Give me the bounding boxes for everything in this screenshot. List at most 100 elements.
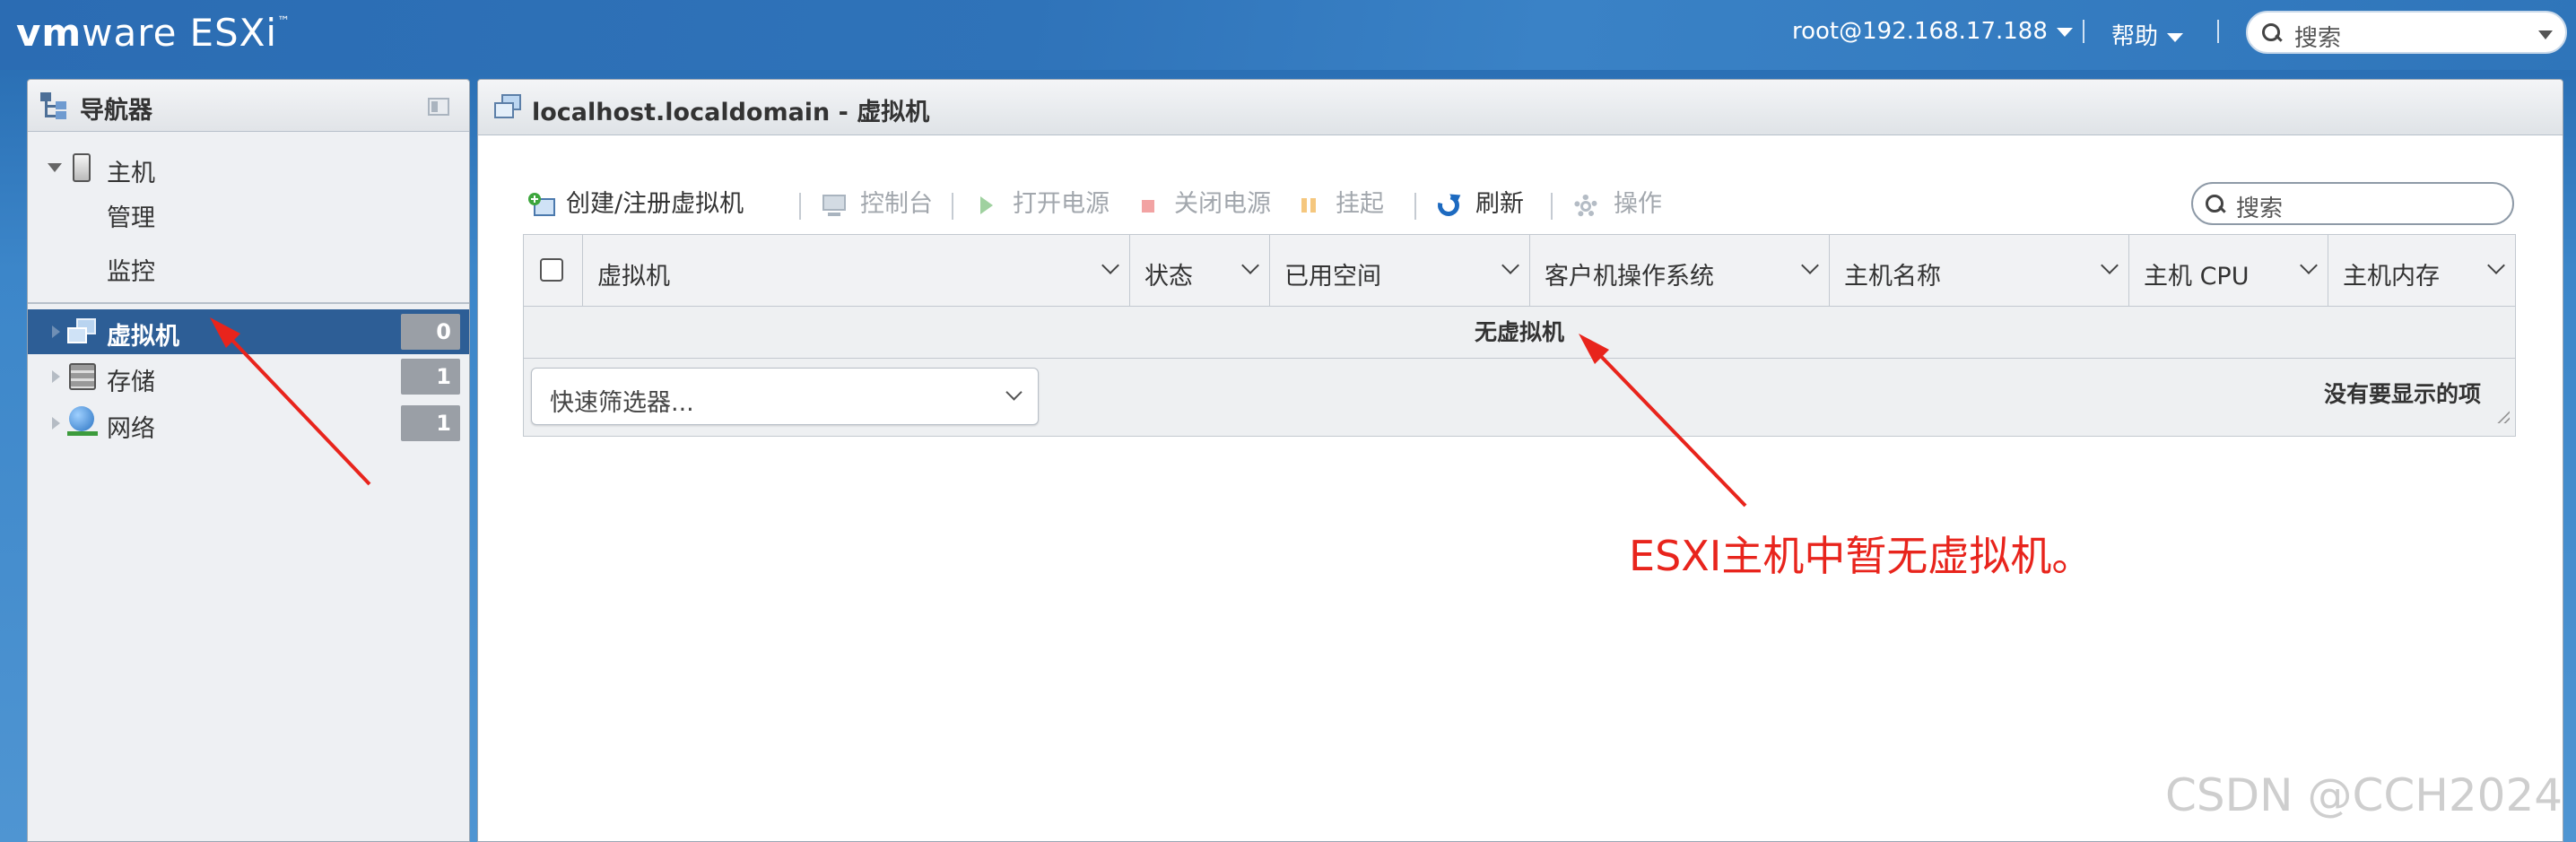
expand-arrow-icon[interactable] <box>52 370 60 383</box>
column-vm[interactable]: 虚拟机 <box>583 235 1130 307</box>
chevron-down-icon[interactable] <box>1801 256 1819 274</box>
nav-storage-label: 存储 <box>107 369 155 396</box>
quick-filter-select[interactable]: 快速筛选器... <box>531 368 1039 425</box>
nav-monitor-label: 监控 <box>107 258 155 286</box>
pause-icon <box>1296 193 1323 218</box>
chevron-down-icon[interactable] <box>1241 256 1259 274</box>
search-placeholder: 搜索 <box>2294 25 2342 52</box>
nav-item-monitor[interactable]: 监控 <box>28 245 469 288</box>
nav-item-network[interactable]: 网络 1 <box>28 401 469 446</box>
search-placeholder: 搜索 <box>2236 195 2284 222</box>
logo-tm: ™ <box>277 14 292 29</box>
column-label: 已用空间 <box>1284 263 1381 291</box>
toolbar-divider <box>799 193 801 220</box>
vm-count-badge: 0 <box>401 314 460 350</box>
page-title: localhost.localdomain - 虚拟机 <box>532 99 930 126</box>
vm-host-icon <box>494 94 521 119</box>
main-panel: localhost.localdomain - 虚拟机 创建/注册虚拟机 控制台 <box>477 79 2563 842</box>
column-guest-os[interactable]: 客户机操作系统 <box>1530 235 1830 307</box>
vmware-esxi-logo: vmware ESXi™ <box>16 11 291 55</box>
chevron-down-icon <box>1005 384 1023 401</box>
column-label: 主机名称 <box>1844 263 1941 291</box>
suspend-label: 挂起 <box>1336 190 1384 218</box>
navigator-panel: 导航器 主机 管理 监控 虚拟机 0 存储 1 网络 1 <box>27 79 470 842</box>
logo-ware: ware <box>82 11 178 55</box>
actions-button[interactable]: 操作 <box>1572 182 1662 227</box>
stop-icon <box>1135 193 1162 218</box>
chevron-down-icon[interactable] <box>1101 256 1119 274</box>
chevron-down-icon[interactable] <box>2487 256 2505 274</box>
column-label: 虚拟机 <box>597 263 670 291</box>
refresh-icon <box>1433 189 1464 221</box>
network-globe-icon <box>67 406 98 437</box>
nav-item-storage[interactable]: 存储 1 <box>28 354 469 399</box>
vm-search-input[interactable]: 搜索 <box>2191 182 2514 225</box>
nav-item-virtual-machines[interactable]: 虚拟机 0 <box>28 309 469 354</box>
nav-host-label: 主机 <box>107 160 155 187</box>
column-host-cpu[interactable]: 主机 CPU <box>2129 235 2328 307</box>
column-label: 状态 <box>1144 263 1193 291</box>
quick-filter-label: 快速筛选器... <box>550 389 694 417</box>
caret-down-icon <box>2056 27 2073 37</box>
collapse-panel-icon[interactable] <box>428 98 449 116</box>
toolbar-divider <box>1414 193 1416 220</box>
power-off-label: 关闭电源 <box>1174 190 1271 218</box>
gear-icon <box>1572 193 1599 218</box>
global-search-input[interactable]: 搜索 <box>2246 11 2567 54</box>
nav-vm-label: 虚拟机 <box>107 323 179 351</box>
divider <box>2083 20 2084 43</box>
column-label: 主机内存 <box>2343 263 2440 291</box>
toolbar-divider <box>1551 193 1553 220</box>
storage-count-badge: 1 <box>401 359 460 395</box>
column-used-space[interactable]: 已用空间 <box>1270 235 1530 307</box>
column-status[interactable]: 状态 <box>1130 235 1270 307</box>
logo-product: ESXi <box>189 11 278 55</box>
expand-arrow-icon[interactable] <box>48 163 62 172</box>
divider <box>2217 20 2219 43</box>
help-menu[interactable]: 帮助 <box>2111 18 2184 51</box>
refresh-button[interactable]: 刷新 <box>1433 182 1524 227</box>
user-label: root@192.168.17.188 <box>1792 18 2048 45</box>
column-host-memory[interactable]: 主机内存 <box>2328 235 2515 307</box>
chevron-down-icon[interactable] <box>1501 256 1519 274</box>
vm-icon <box>67 318 98 345</box>
resize-grip-icon[interactable] <box>2497 411 2510 423</box>
power-on-button[interactable]: 打开电源 <box>973 182 1110 227</box>
user-menu[interactable]: root@192.168.17.188 <box>1792 18 2073 45</box>
search-icon <box>2206 195 2225 214</box>
nav-manage-label: 管理 <box>107 204 155 232</box>
annotation-text: ESXI主机中暂无虚拟机。 <box>1629 532 2093 580</box>
console-button[interactable]: 控制台 <box>821 182 933 227</box>
search-icon <box>2262 23 2282 43</box>
empty-table-message: 无虚拟机 <box>524 307 2515 359</box>
expand-arrow-icon[interactable] <box>52 326 60 338</box>
chevron-down-icon[interactable] <box>2101 256 2119 274</box>
console-label: 控制台 <box>860 190 933 218</box>
host-icon <box>73 153 91 182</box>
nav-item-host[interactable]: 主机 <box>28 146 469 189</box>
column-label: 客户机操作系统 <box>1545 263 1714 291</box>
toolbar-divider <box>952 193 953 220</box>
logo-vm: vm <box>16 11 83 55</box>
caret-down-icon <box>2538 30 2553 39</box>
table-header: 虚拟机 状态 已用空间 客户机操作系统 主机名称 主机 CPU 主机内存 <box>524 235 2515 307</box>
select-all-checkbox[interactable] <box>540 258 563 282</box>
vm-table: 虚拟机 状态 已用空间 客户机操作系统 主机名称 主机 CPU 主机内存 无虚拟… <box>523 234 2516 437</box>
actions-label: 操作 <box>1614 190 1662 218</box>
expand-arrow-icon[interactable] <box>52 417 60 430</box>
refresh-label: 刷新 <box>1475 190 1524 218</box>
top-bar: vmware ESXi™ root@192.168.17.188 帮助 搜索 <box>0 0 2576 70</box>
column-host-name[interactable]: 主机名称 <box>1830 235 2129 307</box>
power-off-button[interactable]: 关闭电源 <box>1135 182 1271 227</box>
table-footer: 快速筛选器... 没有要显示的项 <box>524 359 2515 436</box>
create-register-vm-button[interactable]: 创建/注册虚拟机 <box>528 182 744 227</box>
navigator-tree-icon <box>40 92 69 119</box>
suspend-button[interactable]: 挂起 <box>1296 182 1384 227</box>
navigator-title: 导航器 <box>80 97 152 125</box>
nav-item-manage[interactable]: 管理 <box>28 191 469 234</box>
storage-icon <box>69 363 96 390</box>
nav-network-label: 网络 <box>107 415 155 443</box>
chevron-down-icon[interactable] <box>2300 256 2318 274</box>
help-label: 帮助 <box>2111 23 2159 50</box>
column-label: 主机 CPU <box>2144 263 2250 291</box>
